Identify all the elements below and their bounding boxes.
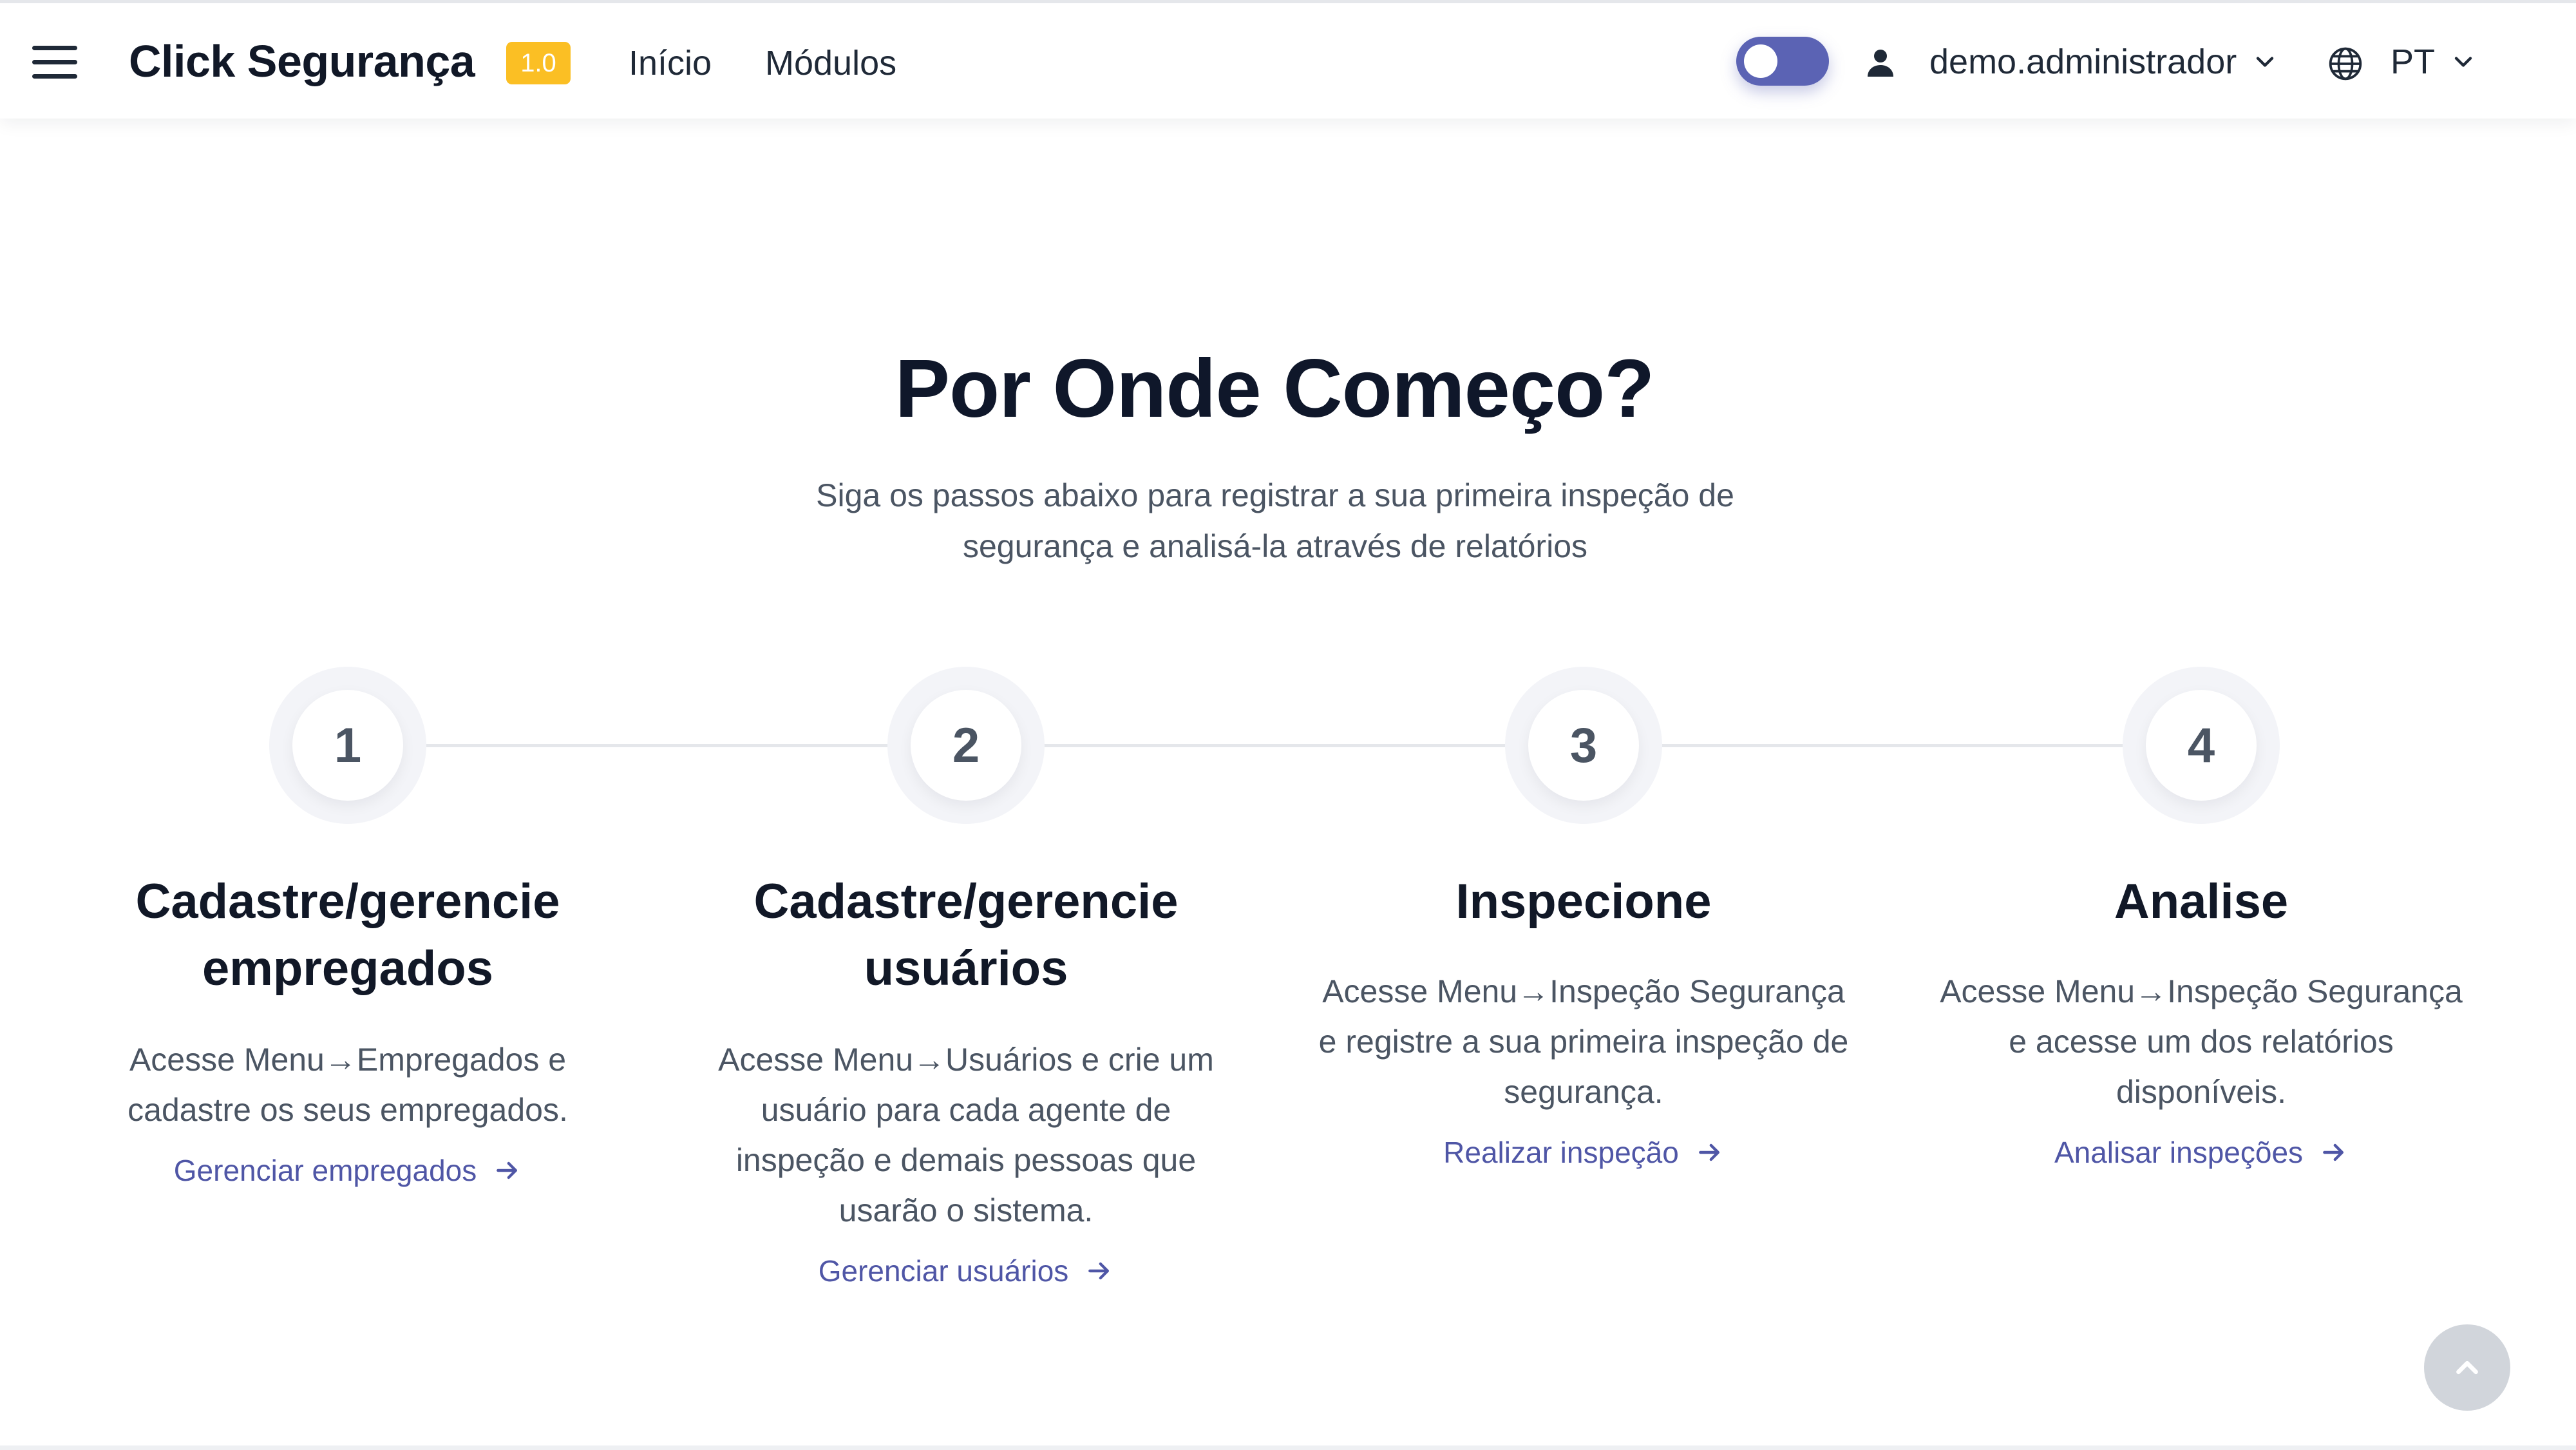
arrow-right-icon [497,1161,518,1179]
step-description: Acesse Menu→Inspeção Segurança e registr… [1318,973,1849,1110]
hamburger-menu-icon[interactable] [32,46,77,79]
step-card: Inspecione Acesse Menu→Inspeção Seguranç… [1300,868,1867,1170]
globe-icon [2329,47,2362,81]
page-title: Por Onde Começo? [895,343,1655,435]
step-link-label: Realizar inspeção [1443,1136,1679,1169]
arrow-right-icon [1698,1143,1719,1161]
chevron-down-icon [2257,57,2274,67]
perform-inspection-link[interactable]: Realizar inspeção [1443,1135,1724,1170]
step-card: Analise Acesse Menu→Inspeção Segurança e… [1918,868,2485,1170]
brand-title[interactable]: Click Segurança [129,35,475,87]
footer-divider [0,1445,2576,1450]
step-number-circle: 4 [2123,667,2280,824]
step-link-label: Analisar inspeções [2054,1136,2304,1169]
arrow-right-icon [2323,1143,2344,1161]
toggle-knob [1744,44,1777,78]
user-icon [1868,50,1893,77]
step-link-label: Gerenciar usuários [818,1254,1069,1288]
step-title: Cadastre/gerencie empregados [135,874,560,996]
scroll-to-top-button[interactable] [2424,1324,2510,1411]
theme-toggle[interactable] [1736,37,1829,86]
step-description: Acesse Menu→Usuários e crie um usuário p… [718,1042,1214,1228]
step-number-circle: 2 [887,667,1045,824]
step-description: Acesse Menu→Inspeção Segurança e acesse … [1940,973,2463,1110]
chevron-down-icon [2454,57,2472,67]
language-dropdown[interactable]: PT [2391,42,2477,82]
step-number-circle: 1 [269,667,426,824]
nav-link-inicio[interactable]: Início [629,43,712,83]
language-label: PT [2391,43,2436,81]
top-navbar: Click Segurança 1.0 Início Módulos demo.… [0,0,2576,119]
step-number: 1 [292,690,403,801]
chevron-up-icon [2456,1360,2478,1375]
step-card: Cadastre/gerencie usuários Acesse Menu→U… [683,868,1249,1288]
step-link-label: Gerenciar empregados [173,1154,477,1187]
nav-link-modulos[interactable]: Módulos [765,43,896,83]
manage-employees-link[interactable]: Gerenciar empregados [174,1153,522,1188]
step-description: Acesse Menu→Empregados e cadastre os seu… [128,1042,568,1128]
step-number-circle: 3 [1505,667,1662,824]
step-title: Analise [2114,874,2289,929]
step-card: Cadastre/gerencie empregados Acesse Menu… [64,868,631,1188]
version-badge: 1.0 [506,42,571,84]
arrow-right-icon [1088,1262,1110,1280]
page-subtitle: Siga os passos abaixo para registrar a s… [816,477,1734,564]
step-number: 4 [2146,690,2257,801]
step-number: 2 [911,690,1021,801]
username-label: demo.administrador [1929,43,2237,81]
step-number: 3 [1528,690,1639,801]
analyze-inspections-link[interactable]: Analisar inspeções [2054,1135,2348,1170]
step-title: Inspecione [1455,874,1712,929]
step-title: Cadastre/gerencie usuários [753,874,1179,996]
user-dropdown[interactable]: demo.administrador [1929,42,2279,82]
steps-connector-line [348,744,2202,747]
manage-users-link[interactable]: Gerenciar usuários [819,1254,1114,1288]
